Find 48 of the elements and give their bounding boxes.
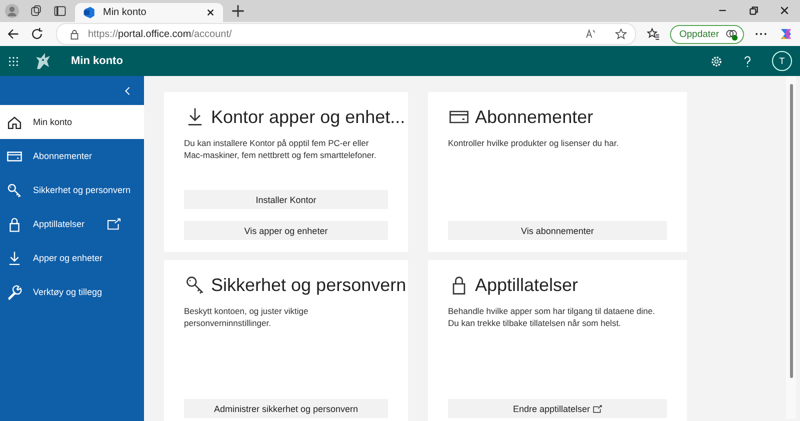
collapse-icon[interactable] — [123, 86, 132, 96]
sidebar-item[interactable]: Abonnementer — [0, 139, 144, 173]
app-logo-icon — [83, 6, 96, 19]
key-icon — [184, 274, 206, 296]
avatar-button[interactable]: T — [772, 51, 792, 71]
card-action-button[interactable]: Endre apptillatelser — [448, 399, 667, 418]
app-title[interactable]: Min konto — [71, 55, 123, 67]
close-icon[interactable] — [779, 5, 790, 16]
card-title: Abonnementer — [475, 106, 594, 128]
card-title: Sikkerhet og personvern — [211, 274, 406, 296]
close-icon[interactable] — [206, 8, 215, 17]
card-description: Behandle hvilke apper som har tilgang til dataene dine. Du kan trekke tilbake tillatelsen når som helst. — [448, 305, 656, 330]
app-launcher-icon[interactable] — [8, 56, 19, 66]
star-icon[interactable] — [615, 28, 628, 40]
restore-icon[interactable] — [748, 5, 759, 16]
card-action-button[interactable]: Vis apper og enheter — [184, 221, 388, 240]
card-action-button[interactable]: Vis abonnementer — [448, 221, 667, 240]
url-text: https://portal.office.com/account/ — [88, 28, 232, 40]
key-icon — [6, 182, 23, 198]
card-action-button[interactable]: Installer Kontor — [184, 190, 388, 209]
read-aloud-icon[interactable] — [585, 28, 598, 40]
card-action-button[interactable]: Administrer sikkerhet og personvern — [184, 399, 388, 418]
external-link-icon — [593, 404, 602, 412]
sidebar-item[interactable]: Sikkerhet og personvern — [0, 173, 144, 207]
collections-icon[interactable] — [29, 4, 43, 18]
back-icon[interactable] — [6, 27, 20, 41]
extensions-icon — [725, 28, 738, 40]
address-field[interactable]: https://portal.office.com/account/ — [56, 23, 636, 45]
lock-icon — [69, 28, 80, 40]
update-button[interactable]: Oppdater — [670, 24, 744, 44]
card-description: Beskytt kontoen, og juster viktige personverninnstillinger. — [184, 305, 310, 330]
card-title: Apptillatelser — [475, 274, 578, 296]
card-description: Du kan installere Kontor på opptil fem PC-er eller Mac-maskiner, fem nettbrett og fem smarttelefoner. — [184, 137, 378, 162]
scrollbar[interactable] — [786, 76, 796, 419]
settings-icon[interactable] — [710, 54, 723, 68]
browser-tab[interactable]: Min konto — [75, 3, 223, 22]
profile-icon[interactable] — [5, 4, 19, 18]
wrench-icon — [6, 284, 23, 300]
tab-actions-icon[interactable] — [53, 4, 67, 18]
refresh-icon[interactable] — [30, 27, 44, 41]
sidebar-item[interactable]: Apper og enheter — [0, 241, 144, 275]
new-tab-icon[interactable] — [231, 4, 245, 18]
sidebar-item[interactable]: Verktøy og tillegg — [0, 275, 144, 309]
card-title: Kontor apper og enhet... — [211, 106, 406, 128]
sidebar-item[interactable]: Min konto — [0, 105, 144, 139]
sidebar-item[interactable]: Apptillatelser — [0, 207, 144, 241]
card-description: Kontroller hvilke produkter og lisenser du har. — [448, 137, 620, 150]
favorites-icon[interactable] — [646, 27, 660, 41]
